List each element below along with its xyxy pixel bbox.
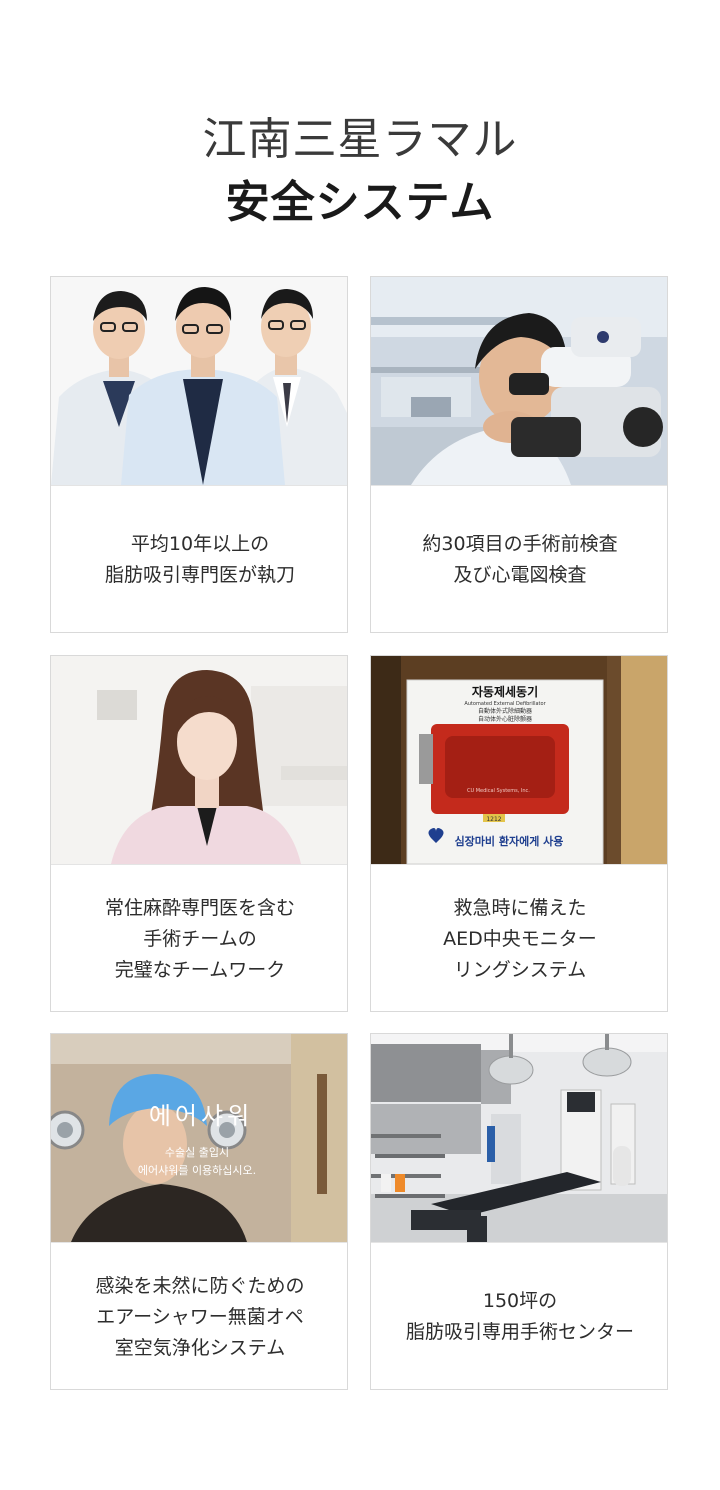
card-air-shower: 에어샤워 수술실 출입시 에어샤워를 이용하십시오. 感染を未然に防ぐための エ… [50,1033,348,1390]
airshower-line1: 수술실 출입시 [165,1146,229,1159]
anesthesiologist-photo [51,656,347,864]
airshower-line2: 에어샤워를 이용하십시오. [138,1163,256,1177]
caption-line: エアーシャワー無菌オペ [96,1305,304,1328]
page-title: 江南三星ラマル 安全システム [0,112,720,232]
aed-sign-title: 자동제세동기 [472,684,538,699]
card-surgery-center: 150坪の 脂肪吸引専用手術センター [370,1033,668,1390]
airshower-title: 에어샤워 [149,1102,253,1130]
caption-line: 完璧なチームワーク [114,958,286,981]
caption-line: 150坪の [482,1290,558,1312]
title-line-1: 江南三星ラマル [202,114,518,165]
operating-room-photo [371,1034,667,1242]
card-caption: 平均10年以上の 脂肪吸引専門医が執刀 [51,485,347,632]
microscope-photo [371,277,667,485]
caption-line: 室空気浄化システム [114,1336,286,1359]
caption-line: AED中央モニター [443,927,597,950]
surgeons-photo [51,277,347,485]
aed-footer: 심장마비 환자에게 사용 [455,834,564,848]
card-surgeons: 平均10年以上の 脂肪吸引専門医が執刀 [50,276,348,633]
caption-line: 脂肪吸引専用手術センター [405,1321,634,1343]
card-caption: 約30項目の手術前検査 及び心電図検査 [371,485,667,632]
caption-line: リングシステム [453,958,587,981]
caption-line: 手術チームの [143,927,257,950]
air-shower-photo: 에어샤워 수술실 출입시 에어샤워를 이용하십시오. [51,1034,347,1242]
caption-line: 救急時に備えた [453,896,587,919]
aed-device-brand: CU Medical Systems, Inc. [467,788,530,794]
caption-line: 平均10年以上の [130,533,270,555]
aed-cabinet-photo: 자동제세동기 Automated External Defibrillator … [371,656,667,864]
caption-line: 常住麻酔専門医を含む [104,896,295,919]
card-caption: 感染を未然に防ぐための エアーシャワー無菌オペ 室空気浄化システム [51,1242,347,1389]
caption-line: 感染を未然に防ぐための [95,1274,305,1297]
caption-line: 約30項目の手術前検査 [422,533,618,555]
card-preop-tests: 約30項目の手術前検査 及び心電図検査 [370,276,668,633]
card-aed-monitoring: 자동제세동기 Automated External Defibrillator … [370,655,668,1012]
card-anesthesia-team: 常住麻酔専門医を含む 手術チームの 完璧なチームワーク [50,655,348,1012]
aed-badge: 1212 [486,816,501,823]
card-caption: 救急時に備えた AED中央モニター リングシステム [371,864,667,1011]
aed-sign-sub3: 自动体外心脏除颤器 [478,715,532,723]
card-caption: 常住麻酔専門医を含む 手術チームの 完璧なチームワーク [51,864,347,1011]
caption-line: 脂肪吸引専門医が執刀 [104,564,295,586]
aed-sign-sub2: 自動体外式除細動器 [478,707,532,715]
aed-sign-sub1: Automated External Defibrillator [464,701,546,707]
card-caption: 150坪の 脂肪吸引専用手術センター [371,1242,667,1389]
caption-line: 及び心電図検査 [453,564,587,586]
title-line-2: 安全システム [225,177,495,228]
